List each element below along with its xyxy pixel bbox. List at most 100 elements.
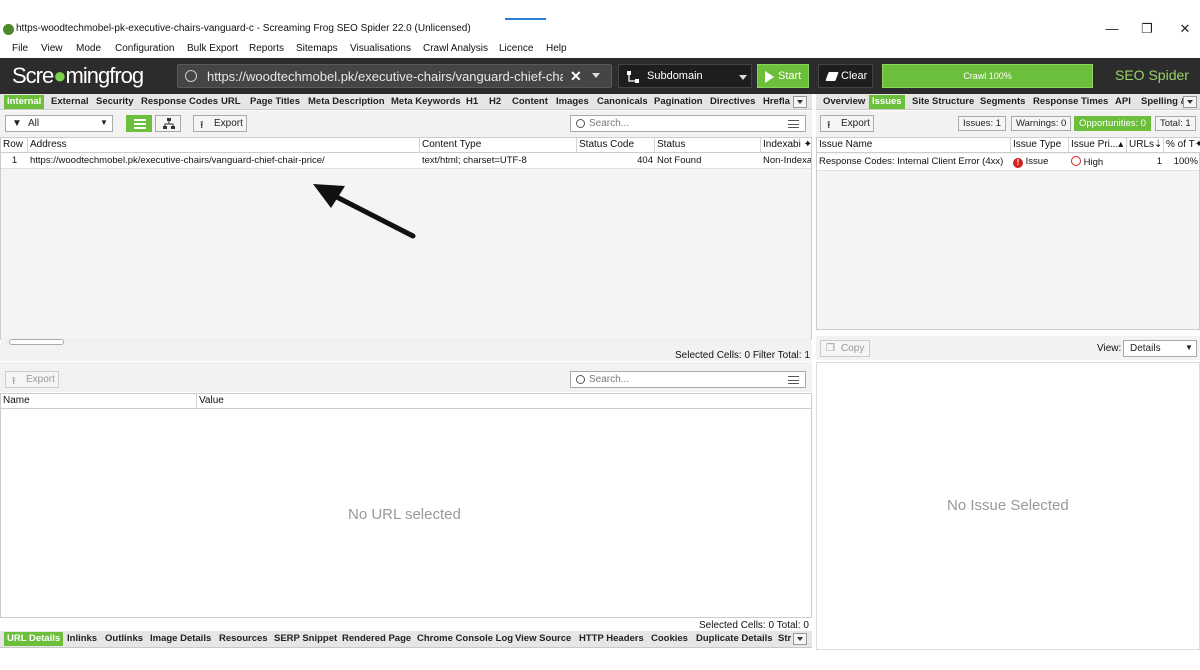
col-status[interactable]: Status bbox=[655, 138, 761, 153]
filter-options-icon[interactable] bbox=[788, 376, 799, 384]
tab-directives[interactable]: Directives bbox=[707, 95, 758, 109]
warnings-count-badge[interactable]: Warnings: 0 bbox=[1011, 116, 1072, 131]
menu-help[interactable]: Help bbox=[546, 43, 567, 54]
row-address[interactable]: https://woodtechmobel.pk/executive-chair… bbox=[28, 153, 420, 168]
col-value[interactable]: Value bbox=[197, 394, 811, 409]
crawl-progress-bar: Crawl 100% bbox=[882, 64, 1093, 88]
tab-rendered-page[interactable]: Rendered Page bbox=[339, 632, 414, 646]
tab-duplicate-details[interactable]: Duplicate Details bbox=[693, 632, 776, 646]
eraser-icon bbox=[825, 72, 839, 81]
col-issue-type[interactable]: Issue Type bbox=[1011, 138, 1069, 153]
tab-content[interactable]: Content bbox=[509, 95, 551, 109]
opportunities-count-badge[interactable]: Opportunities: 0 bbox=[1074, 116, 1152, 131]
crawl-mode-select[interactable]: Subdomain bbox=[618, 64, 752, 88]
issues-export-button[interactable]: ⭱ Export bbox=[820, 115, 874, 132]
tab-http-headers[interactable]: HTTP Headers bbox=[576, 632, 647, 646]
tab-pagination[interactable]: Pagination bbox=[651, 95, 706, 109]
menu-crawl-analysis[interactable]: Crawl Analysis bbox=[423, 43, 488, 54]
issues-count-badge[interactable]: Issues: 1 bbox=[958, 116, 1007, 131]
tab-meta-keywords[interactable]: Meta Keywords bbox=[388, 95, 464, 109]
upload-icon: ⭱ bbox=[200, 120, 204, 131]
main-toolbar: Scre●mingfrog https://woodtechmobel.pk/e… bbox=[0, 58, 1200, 94]
tab-overflow-dropdown[interactable] bbox=[793, 96, 807, 108]
col-name[interactable]: Name bbox=[1, 394, 197, 409]
tab-structured-data[interactable]: Str bbox=[775, 632, 794, 646]
clear-url-icon[interactable]: ✕ bbox=[570, 68, 582, 85]
tab-url[interactable]: URL bbox=[218, 95, 244, 109]
tab-response-times[interactable]: Response Times bbox=[1030, 95, 1111, 109]
col-indexability[interactable]: Indexabi ✦ bbox=[761, 138, 811, 153]
issue-error-icon: ! bbox=[1013, 158, 1023, 168]
start-button[interactable]: Start bbox=[757, 64, 809, 88]
menu-bulk-export[interactable]: Bulk Export bbox=[187, 43, 238, 54]
tab-url-details[interactable]: URL Details bbox=[4, 632, 64, 646]
tab-issues[interactable]: Issues bbox=[869, 95, 905, 109]
tab-response-codes[interactable]: Response Codes bbox=[138, 95, 221, 109]
crawl-progress-label: Crawl 100% bbox=[963, 71, 1012, 81]
minimize-button[interactable]: — bbox=[1102, 22, 1122, 36]
tab-page-titles[interactable]: Page Titles bbox=[247, 95, 303, 109]
tab-view-source[interactable]: View Source bbox=[512, 632, 574, 646]
details-search-input[interactable]: Search... bbox=[570, 371, 806, 388]
table-row[interactable]: Response Codes: Internal Client Error (4… bbox=[817, 154, 1199, 171]
tab-serp-snippet[interactable]: SERP Snippet bbox=[271, 632, 340, 646]
list-view-button[interactable] bbox=[126, 115, 152, 132]
tab-resources[interactable]: Resources bbox=[216, 632, 271, 646]
menu-configuration[interactable]: Configuration bbox=[115, 43, 174, 54]
list-icon bbox=[134, 119, 146, 129]
main-table-footer-text: Selected Cells: 0 Filter Total: 1 bbox=[675, 350, 810, 361]
tab-overview[interactable]: Overview bbox=[820, 95, 868, 109]
tab-overflow-dropdown[interactable] bbox=[793, 633, 807, 645]
tab-hreflang[interactable]: Hrefla bbox=[760, 95, 793, 109]
tab-h2[interactable]: H2 bbox=[486, 95, 504, 109]
col-percent[interactable]: % of T✦ bbox=[1164, 138, 1200, 153]
col-issue-name[interactable]: Issue Name bbox=[817, 138, 1011, 153]
menu-file[interactable]: File bbox=[12, 43, 28, 54]
tab-h1[interactable]: H1 bbox=[463, 95, 481, 109]
tab-images[interactable]: Images bbox=[553, 95, 592, 109]
tab-security[interactable]: Security bbox=[93, 95, 137, 109]
tab-external[interactable]: External bbox=[48, 95, 92, 109]
export-button[interactable]: ⭱ Export bbox=[193, 115, 247, 132]
tab-site-structure[interactable]: Site Structure bbox=[909, 95, 977, 109]
col-urls[interactable]: URLs⇣ bbox=[1127, 138, 1164, 153]
col-address[interactable]: Address bbox=[28, 138, 420, 153]
filter-options-icon[interactable] bbox=[788, 120, 799, 128]
tab-cookies[interactable]: Cookies bbox=[648, 632, 691, 646]
tree-view-button[interactable] bbox=[155, 115, 181, 132]
col-content-type[interactable]: Content Type bbox=[420, 138, 577, 153]
table-row[interactable]: 1 https://woodtechmobel.pk/executive-cha… bbox=[1, 153, 811, 169]
tab-internal[interactable]: Internal bbox=[4, 95, 45, 109]
tab-outlinks[interactable]: Outlinks bbox=[102, 632, 146, 646]
tab-api[interactable]: API bbox=[1112, 95, 1134, 109]
url-history-dropdown-icon[interactable] bbox=[592, 73, 600, 78]
tab-canonicals[interactable]: Canonicals bbox=[594, 95, 651, 109]
col-row[interactable]: Row bbox=[1, 138, 28, 153]
brand-logo: Scre●mingfrog bbox=[12, 63, 144, 88]
menu-licence[interactable]: Licence bbox=[499, 43, 533, 54]
tab-image-details[interactable]: Image Details bbox=[147, 632, 214, 646]
view-select[interactable]: Details ▼ bbox=[1123, 340, 1197, 357]
menu-reports[interactable]: Reports bbox=[249, 43, 284, 54]
url-input[interactable]: https://woodtechmobel.pk/executive-chair… bbox=[177, 64, 612, 88]
url-value[interactable]: https://woodtechmobel.pk/executive-chair… bbox=[207, 69, 563, 84]
clear-button[interactable]: Clear bbox=[818, 64, 873, 88]
tab-overflow-dropdown[interactable] bbox=[1183, 96, 1197, 108]
tab-segments[interactable]: Segments bbox=[977, 95, 1028, 109]
copy-button[interactable]: ❐ Copy bbox=[820, 340, 870, 357]
tab-inlinks[interactable]: Inlinks bbox=[64, 632, 100, 646]
col-status-code[interactable]: Status Code bbox=[577, 138, 655, 153]
menu-sitemaps[interactable]: Sitemaps bbox=[296, 43, 338, 54]
menu-visualisations[interactable]: Visualisations bbox=[350, 43, 411, 54]
maximize-button[interactable]: ❐ bbox=[1137, 22, 1157, 36]
menu-mode[interactable]: Mode bbox=[76, 43, 101, 54]
filter-select[interactable]: ▼ All ▼ bbox=[5, 115, 113, 132]
tab-meta-description[interactable]: Meta Description bbox=[305, 95, 388, 109]
menu-view[interactable]: View bbox=[41, 43, 63, 54]
tab-chrome-console-log[interactable]: Chrome Console Log bbox=[414, 632, 516, 646]
details-export-button[interactable]: ⭱ Export bbox=[5, 371, 59, 388]
total-count-badge[interactable]: Total: 1 bbox=[1155, 116, 1196, 131]
col-issue-priority[interactable]: Issue Pri...▴ bbox=[1069, 138, 1127, 153]
close-button[interactable]: ✕ bbox=[1175, 22, 1195, 36]
main-search-input[interactable]: Search... bbox=[570, 115, 806, 132]
